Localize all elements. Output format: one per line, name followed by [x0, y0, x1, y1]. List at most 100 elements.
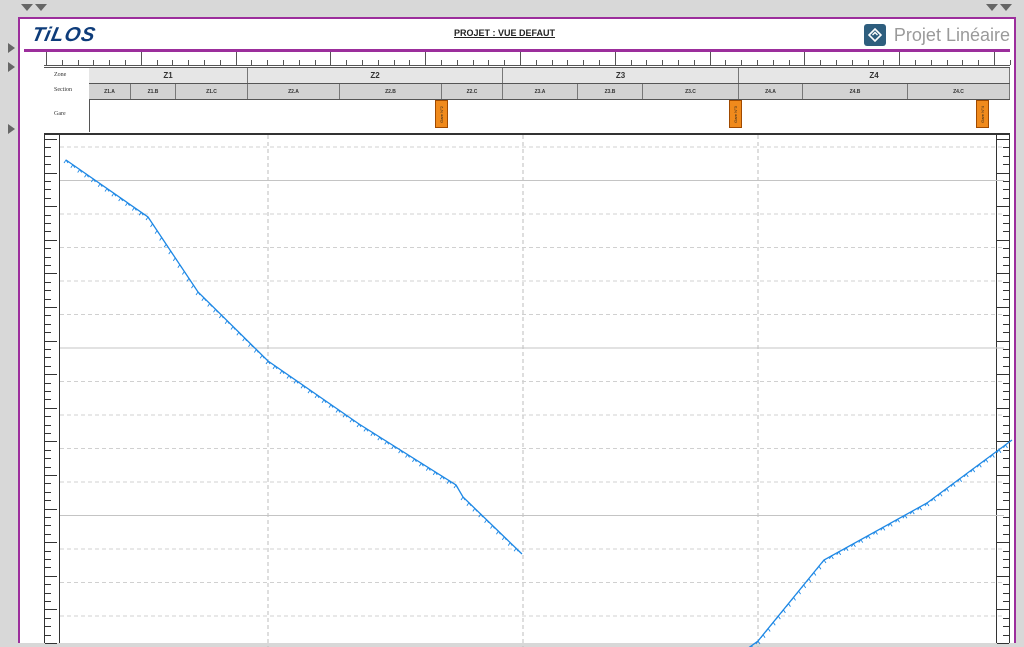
ruler-tick	[836, 60, 837, 65]
ruler-tick	[61, 60, 63, 65]
section-cell[interactable]: Z2.A	[248, 84, 340, 99]
tilos-window: TiLOS PROJET : VUE DEFAUT Projet Linéair…	[0, 0, 1024, 647]
ruler-tick	[251, 60, 253, 65]
ruler-tick	[93, 60, 95, 65]
hatch-mark	[242, 337, 248, 342]
zone-cell[interactable]: Z2	[248, 68, 503, 83]
brand-logo: Projet Linéaire	[863, 22, 1010, 48]
hatch-mark	[760, 633, 766, 639]
hatch-mark	[213, 308, 218, 313]
section-cell[interactable]: Z2.C	[442, 84, 503, 99]
ruler-tick	[930, 60, 932, 65]
hatch-mark	[159, 236, 165, 241]
ruler-tick	[283, 60, 284, 65]
ruler-tick	[504, 60, 506, 65]
collapse-arrow-icon[interactable]	[986, 4, 998, 11]
ruler-tick	[456, 60, 458, 65]
hatch-mark	[786, 602, 791, 607]
section-cell[interactable]: Z4.C	[908, 84, 1010, 99]
hatch-mark	[145, 216, 151, 221]
ruler-tick	[172, 60, 174, 65]
section-cell[interactable]: Z3.C	[643, 84, 739, 99]
gare-marker[interactable]: Gare N°4	[976, 100, 989, 128]
row-label-section: Section	[54, 87, 72, 93]
hatch-mark	[453, 484, 459, 489]
hatch-mark	[163, 243, 169, 248]
ruler-tick	[472, 60, 474, 65]
zone-row: Z1 Z2 Z3 Z4	[89, 68, 1010, 84]
ruler-tick	[551, 60, 553, 65]
ruler-tick	[140, 52, 142, 65]
hatch-mark	[791, 596, 796, 601]
gare-marker[interactable]: Gare N°3	[729, 100, 742, 128]
diagram-canvas	[60, 135, 1013, 647]
ruler-tick	[330, 52, 332, 65]
ruler-tick	[978, 60, 980, 65]
ruler-tick	[867, 60, 869, 65]
project-title[interactable]: PROJET : VUE DEFAUT	[454, 28, 555, 38]
hatch-mark	[796, 590, 801, 595]
ruler-tick	[156, 60, 158, 65]
section-cell[interactable]: Z1.A	[89, 84, 131, 99]
ruler-tick	[346, 60, 348, 65]
ruler-tick	[267, 60, 269, 65]
ruler-tick	[125, 60, 126, 65]
ruler-tick	[488, 60, 490, 65]
section-cell[interactable]: Z3.B	[578, 84, 643, 99]
ruler-tick	[1009, 60, 1011, 65]
section-row: Z1.A Z1.B Z1.C Z2.A Z2.B Z2.C Z3.A Z3.B …	[89, 84, 1010, 100]
hatch-mark	[248, 342, 253, 347]
time-distance-diagram[interactable]	[44, 133, 1013, 647]
hatch-mark	[224, 319, 230, 324]
ruler-tick	[204, 60, 205, 65]
ruler-tick	[725, 60, 727, 65]
distance-ruler	[44, 52, 1011, 66]
ruler-tick	[535, 60, 537, 65]
zone-cell[interactable]: Z4	[739, 68, 1010, 83]
section-cell[interactable]: Z2.B	[340, 84, 442, 99]
hatch-mark	[154, 229, 160, 234]
ruler-tick	[235, 52, 237, 65]
collapse-arrow-icon[interactable]	[35, 4, 47, 11]
ruler-tick	[851, 60, 853, 65]
hatch-mark	[181, 270, 187, 275]
row-header-column: Zone Section Gare	[44, 68, 90, 132]
drawing-sheet: TiLOS PROJET : VUE DEFAUT Projet Linéair…	[18, 17, 1016, 647]
ruler-tick	[567, 60, 569, 65]
ruler-tick	[772, 60, 774, 65]
ruler-tick	[599, 60, 600, 65]
expand-arrow-icon[interactable]	[8, 62, 15, 72]
section-cell[interactable]: Z1.B	[131, 84, 176, 99]
ruler-tick	[630, 60, 632, 65]
hatch-mark	[259, 354, 265, 359]
section-cell[interactable]: Z1.C	[176, 84, 248, 99]
collapse-arrow-icon[interactable]	[21, 4, 33, 11]
ruler-tick	[298, 60, 300, 65]
location-table: Zone Section Gare Z1 Z2 Z3 Z4 Z1.A Z1.B …	[44, 67, 1010, 132]
hatch-mark	[816, 565, 822, 570]
ruler-tick	[409, 60, 411, 65]
projet-lineaire-logo-icon	[863, 24, 886, 46]
hatch-mark	[236, 331, 242, 336]
ruler-tick	[757, 60, 758, 65]
section-cell[interactable]: Z3.A	[503, 84, 578, 99]
expand-arrow-icon[interactable]	[8, 124, 15, 134]
task-progress-line[interactable]	[65, 159, 523, 555]
section-cell[interactable]: Z4.B	[803, 84, 908, 99]
ruler-tick	[962, 60, 964, 65]
zone-cell[interactable]: Z3	[503, 68, 739, 83]
collapse-arrow-icon[interactable]	[1000, 4, 1012, 11]
hatch-mark	[253, 348, 259, 353]
hatch-mark	[801, 584, 807, 589]
hatch-mark	[195, 291, 201, 296]
zone-cell[interactable]: Z1	[89, 68, 248, 83]
section-cell[interactable]: Z4.A	[739, 84, 803, 99]
ruler-tick	[377, 60, 379, 65]
gare-marker[interactable]: Gare N°2	[435, 100, 448, 128]
ruler-tick	[46, 52, 47, 65]
expand-arrow-icon[interactable]	[8, 43, 15, 53]
hatch-mark	[230, 325, 236, 330]
hatch-mark	[781, 609, 786, 614]
ruler-tick	[899, 52, 901, 65]
hatch-mark	[191, 284, 196, 289]
